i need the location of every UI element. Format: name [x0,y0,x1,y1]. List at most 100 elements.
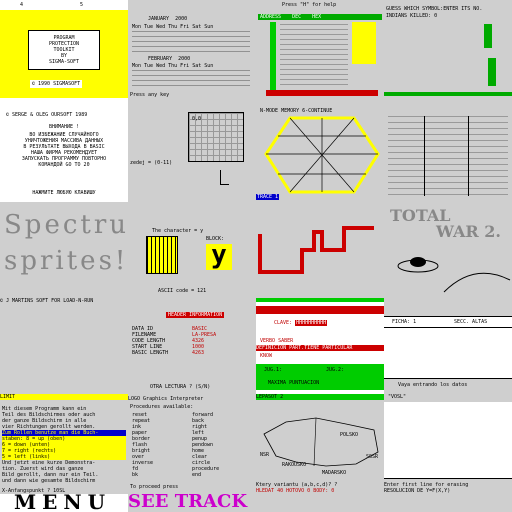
ficha-row: FICHA: 1 SECC. ALTAS [384,316,512,328]
clave-row: CLAVE: HHHHHHHHHH [274,320,328,326]
definition-label: DEFINICION [256,345,287,351]
know-label: KNOW [260,353,273,359]
entry-area[interactable] [384,328,512,379]
clave-label: CLAVE: [274,320,293,326]
table-area [388,116,508,196]
snake-path [258,226,374,274]
tile-verb-game: CLAVE: HHHHHHHHHH VERBO SABER DEFINICION… [256,298,384,394]
tile-logo-interpreter: LOGO Graphics Interpreter Procedures ava… [128,394,256,494]
graph-area [384,402,512,479]
table-divider [424,116,425,196]
map-label-madarsko: MADARSKO [322,470,347,476]
tile-scroll-demo: LIMIT Mit diesem Programm kann ein Teil … [0,394,128,494]
tile-grid-editor: 0,0 zedej = (0-11) [128,98,256,202]
year-label: 2000 [178,56,191,62]
maxima-label: MAXIMA PUNTUACION [268,380,320,386]
warning-line: КОМАНДОЙ GO TO 20 [38,162,90,168]
address-label: ADDRESS [260,14,282,20]
scroll-text: Mit diesem Programm kann ein Teil des Bi… [2,406,126,484]
table-divider [468,116,469,196]
credits: © SERGE & OLEG OURSOFT 1989 [6,112,88,118]
year-label: 2000 [175,16,188,22]
memory-strip-red [266,90,378,96]
sprites-title-2: sprites! [4,246,128,276]
ascii-code: ASCII code = 121 [158,288,207,294]
tile-snake [256,202,384,298]
ground-line [384,92,512,96]
tile-graph-plotter: "VOSL" Enter first line for erasing RESO… [384,394,512,494]
header-rows: DATA ID BASIC FILENAME LA-PRESA CODE LENGT… [132,326,252,356]
logo-sub: Procedures available: [130,404,194,410]
zedej-label: zedej = (0-11) [130,160,173,166]
map-label-nsr: NSR [260,452,270,458]
warning-body: ВО ИЗБЕЖАНИЕ СЛУЧАЙНОГО УНИЧТОЖЕНИЯ МАСС… [4,132,124,168]
clave-value: HHHHHHHHHH [295,320,328,326]
entry-prompt: Vaya entrando los datos [398,382,468,388]
tile-bottom-blank-1 [256,494,384,512]
ficha-label: FICHA: 1 [392,319,417,325]
topbar-left: 4 [20,2,24,8]
otra-lectura: OTRA LECTURA ? (S/N) [150,384,211,390]
tile-indians-game: GUESS WHICH SYMBOL:ENTER ITS NO. INDIANS… [384,0,512,98]
map-label-rakousko: RAKOUSKO [282,462,307,468]
memory-data-lines [280,24,348,86]
tile-total-war: TOTAL WAR 2. [384,202,512,298]
tile-character-viewer: The character = y BLOCK: y ASCII code = … [128,202,256,298]
hex-board [264,116,380,194]
row-value: 4263 [192,350,205,356]
cactus-icon [488,58,496,86]
tile-map-quiz: LEPASOT 2 POLSKO SSSR RAKOUSKO MADARSKO … [256,394,384,494]
score-box: JUG.1: JUG.2: MAXIMA PUNTUACION [256,364,384,390]
calendar-grid-1 [132,31,250,53]
proc-col-2: forward back right left penup pendown ho… [192,412,219,478]
logo-header: LOGO Graphics Interpreter [128,396,204,402]
tile-menu: MENU [0,494,128,512]
tile-program-protection: 4 5 PROGRAM PROTECTION TOOLKIT BY SIGMA-… [0,0,128,98]
character-label: The character = y [152,228,204,234]
month-label: FEBRUARY [148,56,173,62]
dec-label: DEC [292,14,302,20]
tile-data-entry: FICHA: 1 SECC. ALTAS Vaya entrando los d… [384,298,512,394]
tile-route-table [384,98,512,202]
header-info: HEADER INFORMATION [166,312,225,318]
tile-header-reader: HEADER INFORMATION DATA ID BASIC FILENAME… [128,298,256,394]
help-header: Press "H" for help [282,2,337,8]
credits-bar: © J MARTINS SOFT FOR LOAD-N-RUN [0,298,128,304]
cactus-icon [484,24,492,48]
month-label: JANUARY [148,16,170,22]
topbar: 4 5 [0,0,128,10]
tile-martins-soft: © J MARTINS SOFT FOR LOAD-N-RUN [0,298,128,394]
topbar-mid: 5 [80,2,84,8]
tile-see-track: SEE TRACK [128,494,256,512]
proc-col-1: reset repeat ink paper border flash brig… [132,412,153,478]
text-line: und dann wie gesamte Bildschirm [2,478,96,484]
see-track-word: SEE TRACK [128,494,247,512]
jug1-label: JUG.1: [264,367,283,373]
red-header-bar [256,306,384,314]
verbo-row: VERBO SABER [260,338,293,344]
menu-word[interactable]: MENU [14,494,111,512]
verbo-label: VERBO [260,338,276,344]
press-any-key-ru: НАЖМИТЕ ЛЮБУЮ КЛАВИШУ [32,190,96,196]
map-label-polsko: POLSKO [340,432,359,438]
proc-item: end [192,472,202,478]
map-outline [263,417,379,467]
ufo-icon [397,257,511,293]
tile-bottom-blank-2 [384,494,512,512]
column-headers: ADDRESS DEC HEX [258,14,382,20]
graph-header: "VOSL" [388,394,407,400]
title-box: PROGRAM PROTECTION TOOLKIT BY SIGMA-SOFT [28,30,100,70]
tile-calendar: JANUARY 2000 Mon Tue Wed Thu Fri Sat Sun… [128,0,256,98]
secc-label: SECC. ALTAS [454,319,488,325]
char-grid [146,236,178,274]
tile-ourosoft-warning: © SERGE & OLEG OURSOFT 1989 ВНИМАНИЕ ! В… [0,98,128,202]
definition-row: DEFINICION PART.TIENE PARTICULAR [256,345,384,351]
sprites-title-1: Spectrum [4,210,128,240]
definition-value: PART.TIENE PARTICULAR [289,345,353,351]
memory-strip-green [270,22,276,90]
top-green-bar [256,298,384,302]
copyright: © 1990 SIGMASOFT [30,80,83,88]
verbo-value: SABER [278,338,294,344]
days-header: Mon Tue Wed Thu Fri Sat Sun [132,63,214,69]
guess-prompt: GUESS WHICH SYMBOL:ENTER ITS NO. [386,6,483,12]
